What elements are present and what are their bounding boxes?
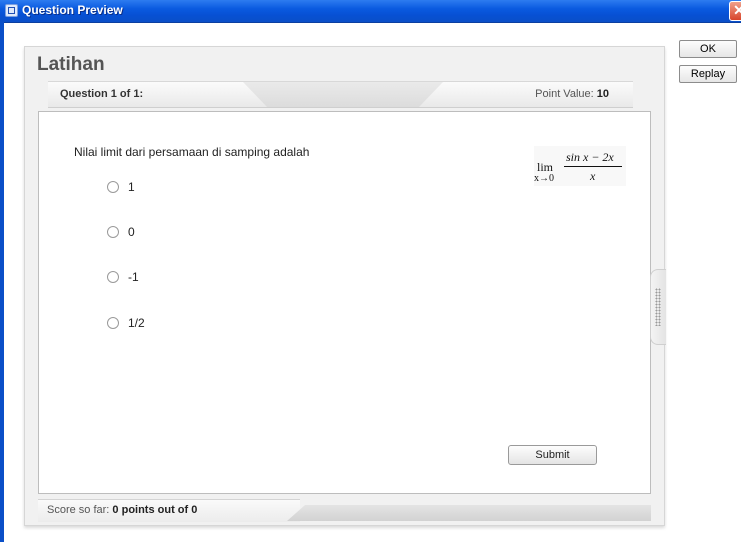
formula-denominator: x (590, 169, 596, 183)
score-label: Score so far: (47, 504, 110, 516)
app-icon (5, 4, 18, 17)
ok-button[interactable]: OK (679, 40, 737, 58)
question-header-bar: Question 1 of 1: Point Value: 10 (48, 81, 633, 108)
formula-fraction-bar (564, 166, 622, 167)
quiz-panel: Latihan Question 1 of 1: Point Value: 10… (24, 46, 666, 526)
score-text: Score so far: 0 points out of 0 (47, 504, 197, 516)
formula-limit-subscript: x→0 (534, 173, 554, 184)
header-notch (243, 82, 443, 107)
question-content: Nilai limit dari persamaan di samping ad… (38, 111, 651, 494)
point-value-number: 10 (596, 88, 609, 100)
quiz-title: Latihan (37, 54, 105, 75)
question-text: Nilai limit dari persamaan di samping ad… (74, 145, 310, 159)
radio-button[interactable] (107, 226, 119, 238)
option-label: 0 (128, 225, 135, 239)
submit-button[interactable]: Submit (508, 445, 597, 465)
option-label: 1 (128, 180, 135, 194)
replay-button[interactable]: Replay (679, 65, 737, 83)
close-icon[interactable]: ✕ (729, 1, 741, 21)
radio-button[interactable] (107, 317, 119, 329)
radio-button[interactable] (107, 271, 119, 283)
option-label: 1/2 (128, 316, 145, 330)
footer-decoration (287, 505, 651, 521)
formula-numerator: sin x − 2x (566, 150, 614, 164)
score-footer: Score so far: 0 points out of 0 (38, 499, 300, 522)
question-counter: Question 1 of 1: (60, 88, 144, 100)
option-label: -1 (128, 270, 139, 284)
window-titlebar: Question Preview ✕ (0, 0, 741, 23)
grip-icon (655, 288, 661, 326)
point-value: Point Value: 10 (535, 88, 609, 100)
radio-button[interactable] (107, 181, 119, 193)
point-value-label: Point Value: (535, 88, 594, 100)
side-drawer-tab[interactable] (650, 269, 666, 345)
limit-formula: lim x→0 sin x − 2x x (534, 146, 626, 186)
window-frame (0, 22, 4, 542)
window-title: Question Preview (22, 3, 123, 17)
score-value: 0 points out of 0 (112, 504, 198, 516)
